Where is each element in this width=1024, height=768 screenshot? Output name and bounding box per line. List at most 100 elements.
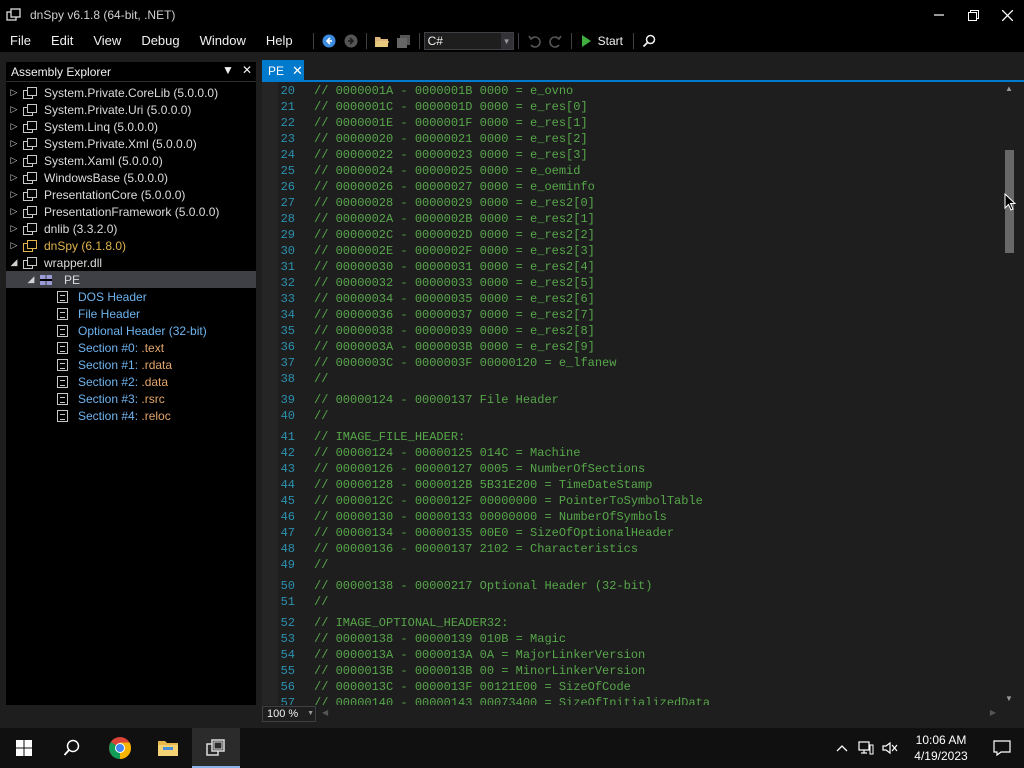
document-icon [57,375,68,388]
tree-item[interactable]: Optional Header (32-bit) [6,322,256,339]
tree-item[interactable]: Section #4: .reloc [6,407,256,424]
restore-button[interactable] [956,0,990,30]
menu-edit[interactable]: Edit [41,31,83,51]
close-window-button[interactable] [990,0,1024,30]
undo-button[interactable] [523,31,545,51]
line-number: 54 [280,648,295,662]
line-number: 40 [280,409,295,423]
tree-item[interactable]: ◢ PE [6,271,256,288]
scroll-down-icon[interactable]: ▼ [1005,694,1013,703]
tree-item[interactable]: ▷ PresentationCore (5.0.0.0) [6,186,256,203]
section-name: .text [141,340,165,355]
start-menu-button[interactable] [0,728,48,768]
expand-arrow-icon[interactable]: ▷ [9,87,19,98]
panel-close-icon[interactable]: ✕ [242,63,252,77]
scroll-up-icon[interactable]: ▲ [1005,84,1013,93]
expand-arrow-icon[interactable]: ▷ [9,155,19,166]
tree-item[interactable]: ▷ System.Linq (5.0.0.0) [6,118,256,135]
code-editor[interactable]: 20// 0000001A - 0000001B 0000 = e_ovno 21… [262,82,1002,705]
document-icon [57,324,68,337]
tree-item-label: DOS Header [78,289,147,304]
expand-arrow-icon[interactable]: ▷ [9,189,19,200]
tree-item[interactable]: ▷ dnSpy (6.1.8.0) [6,237,256,254]
line-number: 34 [280,308,295,322]
expand-arrow-icon[interactable]: ▷ [9,240,19,251]
language-select[interactable]: C# ▼ [423,32,514,50]
taskbar-dnspy[interactable] [192,728,240,768]
line-number: 20 [280,84,295,98]
tree-item[interactable]: ▷ dnlib (3.3.2.0) [6,220,256,237]
collapse-arrow-icon[interactable]: ◢ [9,257,19,268]
action-center-button[interactable] [980,728,1024,768]
taskbar-file-explorer[interactable] [144,728,192,768]
open-file-button[interactable] [371,31,393,51]
menu-file[interactable]: File [0,31,41,51]
expand-arrow-icon[interactable]: ▷ [9,223,19,234]
assembly-icon [23,171,37,184]
expand-arrow-icon[interactable]: ▷ [9,104,19,115]
line-number: 23 [280,132,295,146]
taskbar-chrome[interactable] [96,728,144,768]
tree-item[interactable]: Section #1: .rdata [6,356,256,373]
editor-status-row: 100 % ▼ ◀ ▶ [262,705,1002,722]
taskbar-clock[interactable]: 10:06 AM 4/19/2023 [902,732,980,764]
tab-pe[interactable]: PE ✕ [262,60,304,82]
editor-vertical-scrollbar[interactable]: ▲ ▼ [1002,82,1018,705]
expand-arrow-icon[interactable]: ▷ [9,206,19,217]
tree-item[interactable]: Section #3: .rsrc [6,390,256,407]
title-bar: dnSpy v6.1.8 (64-bit, .NET) [0,0,1024,30]
tree-item[interactable]: ▷ System.Private.Uri (5.0.0.0) [6,101,256,118]
scroll-left-icon[interactable]: ◀ [322,708,328,717]
tree-item[interactable]: ◢ wrapper.dll [6,254,256,271]
menu-window[interactable]: Window [190,31,256,51]
zoom-select[interactable]: 100 % ▼ [262,705,316,722]
network-icon[interactable] [854,728,878,768]
panel-menu-dropdown-icon[interactable]: ▼ [222,63,234,77]
navigate-forward-button[interactable] [340,31,362,51]
open-folder-icon [374,37,389,47]
minimize-button[interactable] [922,0,956,30]
code-text: // 0000001C - 0000001D 0000 = e_res[0] [314,100,588,114]
tree-item[interactable]: ▷ System.Private.Xml (5.0.0.0) [6,135,256,152]
dnspy-app-icon[interactable] [6,7,22,23]
code-line: 47 // 00000134 - 00000135 00E0 = SizeOfOp… [262,525,724,541]
tree-item[interactable]: Section #0: .text [6,339,256,356]
start-debugging-button[interactable]: Start [576,34,629,48]
toolbar-separator [517,33,519,49]
tree-item[interactable]: File Header [6,305,256,322]
volume-muted-icon[interactable] [878,728,902,768]
menu-view[interactable]: View [83,31,131,51]
menu-help[interactable]: Help [256,31,303,51]
tree-item[interactable]: ▷ PresentationFramework (5.0.0.0) [6,203,256,220]
tree-item[interactable]: Section #2: .data [6,373,256,390]
code-text: // [314,372,329,386]
clock-time: 10:06 AM [915,733,967,747]
tree-item[interactable]: ▷ System.Private.CoreLib (5.0.0.0) [6,84,256,101]
expand-arrow-icon[interactable]: ▷ [9,121,19,132]
folder-icon [158,741,178,756]
code-text: // 0000001E - 0000001F 0000 = e_res[1] [314,116,588,130]
code-line: 32 // 00000032 - 00000033 0000 = e_res2[5… [262,275,724,291]
save-all-button[interactable] [393,31,415,51]
code-line: 55 // 0000013B - 0000013B 00 = MinorLinke… [262,663,724,679]
search-button[interactable] [638,31,660,51]
line-number: 47 [280,526,295,540]
tree-item[interactable]: ▷ WindowsBase (5.0.0.0) [6,169,256,186]
line-number: 24 [280,148,295,162]
show-hidden-icons-chevron-icon[interactable] [830,728,854,768]
expand-arrow-icon[interactable]: ▷ [9,172,19,183]
code-text: // 00000024 - 00000025 0000 = e_oemid [314,164,581,178]
tree-item[interactable]: ▷ System.Xaml (5.0.0.0) [6,152,256,169]
code-line: 42 // 00000124 - 00000125 014C = Machine [262,445,724,461]
redo-button[interactable] [545,31,567,51]
editor-horizontal-scrollbar[interactable]: ◀ ▶ [316,707,1002,721]
collapse-arrow-icon[interactable]: ◢ [26,274,36,285]
menu-debug[interactable]: Debug [131,31,189,51]
tree-item[interactable]: DOS Header [6,288,256,305]
expand-arrow-icon[interactable]: ▷ [9,138,19,149]
navigate-back-button[interactable] [318,31,340,51]
taskbar-search-button[interactable] [48,728,96,768]
code-line: 24 // 00000022 - 00000023 0000 = e_res[3] [262,147,724,163]
scroll-right-icon[interactable]: ▶ [990,708,996,717]
tab-close-icon[interactable]: ✕ [292,63,303,79]
